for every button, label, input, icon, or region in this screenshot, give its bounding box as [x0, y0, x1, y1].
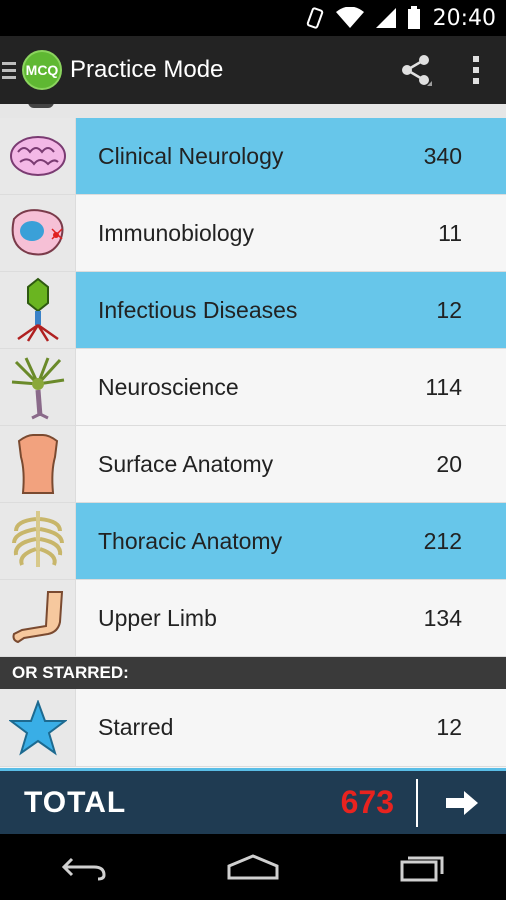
category-row-neuroscience[interactable]: Neuroscience 114 — [0, 349, 506, 426]
category-label: Thoracic Anatomy — [98, 527, 283, 554]
total-bar: TOTAL 673 — [0, 768, 506, 834]
category-label: Clinical Neurology — [98, 142, 284, 169]
back-icon — [62, 857, 106, 881]
category-count: 340 — [423, 142, 462, 169]
category-label: Infectious Diseases — [98, 296, 298, 323]
category-count: 11 — [438, 219, 462, 246]
cell-icon — [11, 209, 63, 256]
brain-icon — [9, 136, 66, 176]
starred-count: 12 — [436, 714, 462, 740]
page-title: Practice Mode — [70, 56, 224, 83]
category-label: Surface Anatomy — [98, 450, 274, 477]
category-count: 12 — [436, 296, 462, 323]
overflow-menu-icon — [473, 56, 479, 84]
starred-section-header: OR STARRED: — [0, 657, 506, 689]
share-icon — [402, 55, 432, 86]
status-icons — [305, 6, 421, 30]
category-thumb — [0, 689, 76, 766]
start-practice-button[interactable] — [418, 773, 506, 833]
category-count: 134 — [423, 604, 462, 631]
wifi-icon — [335, 7, 364, 28]
arrow-right-icon — [446, 790, 478, 815]
recent-apps-icon — [400, 856, 444, 882]
category-label: Upper Limb — [98, 604, 217, 631]
category-thumb — [0, 195, 76, 271]
category-row-surface-anatomy[interactable]: Surface Anatomy 20 — [0, 426, 506, 503]
recent-apps-button[interactable] — [372, 837, 472, 897]
category-list[interactable]: Clinical Neurology 340 Immunobiology 11 — [0, 104, 506, 768]
category-row-immunobiology[interactable]: Immunobiology 11 — [0, 195, 506, 272]
category-thumb — [0, 118, 76, 194]
ribcage-icon — [11, 511, 64, 567]
category-count: 212 — [423, 527, 462, 554]
starred-label: Starred — [98, 714, 174, 740]
category-thumb — [0, 349, 76, 425]
neuron-icon — [11, 357, 64, 420]
navigation-bar — [0, 834, 506, 900]
category-row-thoracic-anatomy[interactable]: Thoracic Anatomy 212 — [0, 503, 506, 580]
category-label: Immunobiology — [98, 219, 254, 246]
status-bar: 20:40 — [0, 0, 506, 36]
vibrate-icon — [306, 7, 323, 29]
category-row-upper-limb[interactable]: Upper Limb 134 — [0, 580, 506, 657]
arm-icon — [12, 591, 63, 644]
category-row-infectious-diseases[interactable]: Infectious Diseases 12 — [0, 272, 506, 349]
category-row-clinical-neurology[interactable]: Clinical Neurology 340 — [0, 118, 506, 195]
star-icon — [8, 699, 67, 755]
category-thumb — [0, 580, 76, 656]
status-time: 20:40 — [432, 5, 496, 31]
app-logo[interactable]: MCQ — [22, 50, 62, 90]
battery-icon — [407, 6, 420, 29]
category-count: 20 — [436, 450, 462, 477]
category-count: 114 — [425, 373, 462, 400]
back-button[interactable] — [34, 837, 134, 897]
home-button[interactable] — [203, 837, 303, 897]
drawer-menu-icon[interactable] — [2, 61, 16, 79]
virus-icon — [16, 277, 59, 342]
share-button[interactable] — [386, 36, 446, 104]
torso-icon — [17, 434, 58, 494]
overflow-menu-button[interactable] — [446, 36, 506, 104]
action-bar: MCQ Practice Mode — [0, 36, 506, 104]
category-label: Neuroscience — [98, 373, 239, 400]
total-label: TOTAL — [24, 785, 127, 819]
category-thumb — [0, 503, 76, 579]
home-icon — [227, 854, 279, 880]
app-logo-text: MCQ — [25, 62, 59, 78]
category-thumb — [0, 426, 76, 502]
category-thumb — [0, 272, 76, 348]
signal-icon — [375, 8, 396, 28]
total-value: 673 — [340, 784, 394, 820]
list-top-edge — [0, 104, 506, 118]
category-row-starred[interactable]: Starred 12 — [0, 689, 506, 767]
